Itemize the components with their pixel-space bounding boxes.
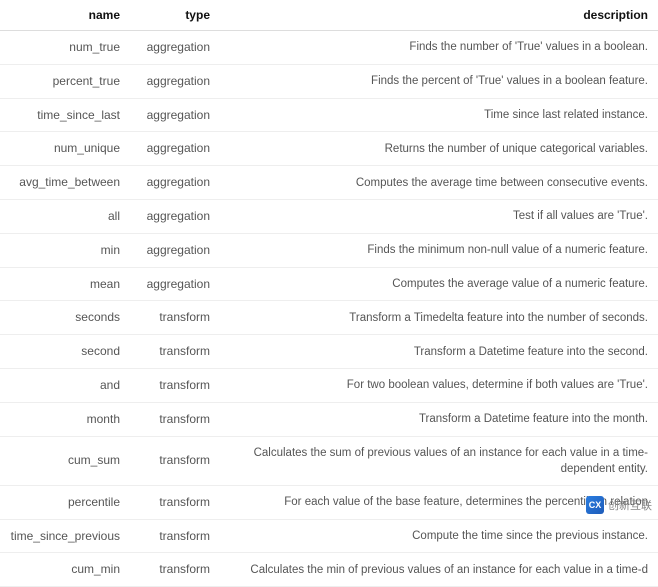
cell-description: Finds the percent of 'True' values in a … [220,64,658,98]
cell-description: Transform a Datetime feature into the mo… [220,402,658,436]
header-description: description [220,0,658,31]
cell-type: aggregation [130,98,220,132]
table-row: meanaggregationComputes the average valu… [0,267,658,301]
cell-name: percentile [0,485,130,519]
header-type: type [130,0,220,31]
cell-description: Transform a Timedelta feature into the n… [220,301,658,335]
cell-type: transform [130,301,220,335]
table-row: minaggregationFinds the minimum non-null… [0,233,658,267]
cell-name: num_unique [0,132,130,166]
table-header-row: name type description [0,0,658,31]
cell-name: month [0,402,130,436]
cell-name: all [0,199,130,233]
table-row: cum_mintransformCalculates the min of pr… [0,553,658,587]
cell-type: transform [130,436,220,485]
cell-name: and [0,368,130,402]
table-row: secondtransformTransform a Datetime feat… [0,335,658,369]
cell-type: transform [130,335,220,369]
cell-name: avg_time_between [0,166,130,200]
cell-type: aggregation [130,31,220,65]
cell-description: Computes the average value of a numeric … [220,267,658,301]
cell-name: seconds [0,301,130,335]
feature-table: name type description num_trueaggregatio… [0,0,658,587]
cell-type: aggregation [130,132,220,166]
cell-description: For each value of the base feature, dete… [220,485,658,519]
cell-name: mean [0,267,130,301]
cell-description: Time since last related instance. [220,98,658,132]
table-row: cum_sumtransformCalculates the sum of pr… [0,436,658,485]
cell-type: transform [130,402,220,436]
cell-description: Calculates the sum of previous values of… [220,436,658,485]
cell-name: cum_sum [0,436,130,485]
cell-type: aggregation [130,233,220,267]
table-row: avg_time_betweenaggregationComputes the … [0,166,658,200]
table-row: time_since_previoustransformCompute the … [0,519,658,553]
cell-description: Returns the number of unique categorical… [220,132,658,166]
cell-description: Calculates the min of previous values of… [220,553,658,587]
cell-description: Test if all values are 'True'. [220,199,658,233]
table-row: num_uniqueaggregationReturns the number … [0,132,658,166]
table-row: allaggregationTest if all values are 'Tr… [0,199,658,233]
cell-type: transform [130,485,220,519]
cell-name: time_since_last [0,98,130,132]
cell-name: min [0,233,130,267]
cell-type: aggregation [130,199,220,233]
header-name: name [0,0,130,31]
cell-type: transform [130,368,220,402]
cell-type: transform [130,553,220,587]
cell-name: percent_true [0,64,130,98]
cell-description: Transform a Datetime feature into the se… [220,335,658,369]
cell-type: aggregation [130,64,220,98]
table-row: time_since_lastaggregationTime since las… [0,98,658,132]
table-row: monthtransformTransform a Datetime featu… [0,402,658,436]
cell-type: aggregation [130,267,220,301]
cell-description: Finds the minimum non-null value of a nu… [220,233,658,267]
table-row: percentiletransformFor each value of the… [0,485,658,519]
cell-name: second [0,335,130,369]
cell-name: cum_min [0,553,130,587]
table-row: num_trueaggregationFinds the number of '… [0,31,658,65]
cell-description: Finds the number of 'True' values in a b… [220,31,658,65]
cell-type: aggregation [130,166,220,200]
table-row: percent_trueaggregationFinds the percent… [0,64,658,98]
cell-type: transform [130,519,220,553]
cell-name: time_since_previous [0,519,130,553]
table-row: andtransformFor two boolean values, dete… [0,368,658,402]
cell-description: Compute the time since the previous inst… [220,519,658,553]
cell-description: For two boolean values, determine if bot… [220,368,658,402]
cell-description: Computes the average time between consec… [220,166,658,200]
table-row: secondstransformTransform a Timedelta fe… [0,301,658,335]
cell-name: num_true [0,31,130,65]
